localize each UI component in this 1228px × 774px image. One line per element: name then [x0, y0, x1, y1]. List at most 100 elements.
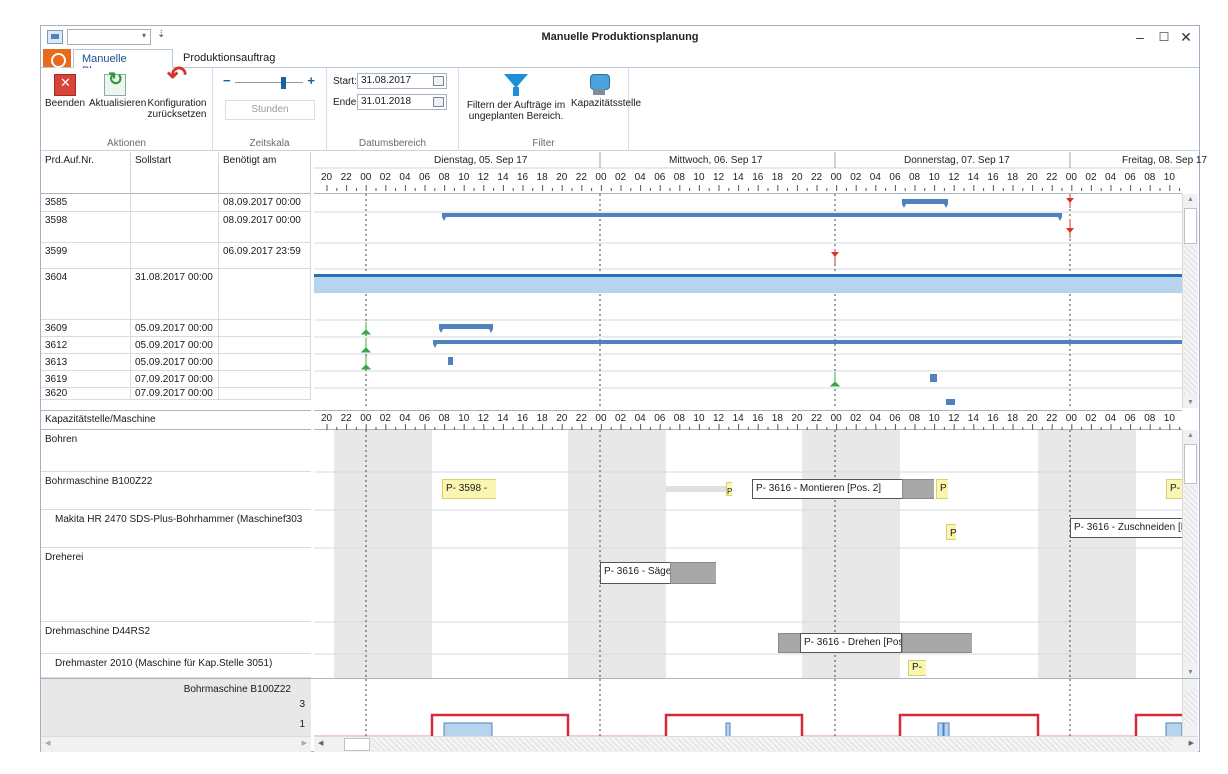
load-chart-vscroll[interactable] — [1182, 679, 1198, 737]
capacity-vscroll[interactable]: ▲ ▼ — [1182, 430, 1198, 678]
group-label-filter: Filter — [532, 138, 555, 149]
job-bar[interactable]: P- 3598 - — [442, 479, 496, 499]
gantt-hscroll[interactable]: ◀ ▶ — [314, 736, 1198, 752]
ribbon-group-datumsbereich: Start: 31.08.2017 Ende: 31.01.2018 Datum… — [327, 68, 459, 151]
job-bar[interactable] — [670, 562, 716, 584]
hour-label: 20 — [1026, 172, 1038, 183]
left-hscroll[interactable]: ◀ ▶ — [41, 736, 311, 752]
hour-label: 04 — [1105, 172, 1117, 183]
table-row[interactable]: 3619 07.09.2017 00:00 — [41, 371, 311, 388]
table-row[interactable]: 3609 05.09.2017 00:00 — [41, 320, 311, 337]
y-tick: 1 — [299, 719, 305, 730]
start-date-value: 31.08.2017 — [361, 75, 412, 86]
table-row[interactable]: 3599 06.09.2017 23:59 — [41, 243, 311, 269]
capacity-row[interactable]: Dreherei — [41, 548, 311, 622]
hour-label: 06 — [419, 172, 431, 183]
calendar-icon[interactable] — [433, 76, 444, 86]
group-label-aktionen: Aktionen — [107, 138, 146, 149]
table-row[interactable]: 3620 07.09.2017 00:00 — [41, 388, 311, 400]
order-bar-3609 — [439, 324, 493, 329]
job-label: P- — [727, 487, 732, 496]
capacity-header-label[interactable]: Kapazitätstelle/Maschine — [41, 411, 311, 428]
zoom-in-icon[interactable]: + — [307, 73, 315, 88]
start-marker — [360, 347, 372, 353]
hour-label: 22 — [575, 172, 587, 183]
capacity-timeline-header: 20 22 00 02 04 06 08 10 12 14 16 18 20 22 00 02 04 06 08 10… — [314, 410, 1182, 430]
konfiguration-zuruecksetzen-button[interactable]: Konfiguration zurücksetzen — [145, 70, 209, 120]
cell-benoetigt — [219, 371, 311, 387]
tab-produktionsauftrag[interactable]: Produktionsauftrag — [175, 49, 285, 68]
cell-nr: 3604 — [41, 269, 131, 319]
calendar-icon[interactable] — [433, 97, 444, 107]
end-date-input[interactable]: 31.01.2018 — [357, 94, 447, 110]
file-menu-button[interactable] — [43, 49, 71, 68]
job-bar[interactable]: P — [936, 479, 948, 499]
table-row[interactable]: 3604 31.08.2017 00:00 — [41, 269, 311, 320]
column-header-benoetigt[interactable]: Benötigt am — [219, 152, 311, 194]
maximize-button[interactable]: ☐ — [1153, 27, 1175, 47]
hour-label: 20 — [321, 172, 333, 183]
end-label: Ende: — [333, 97, 360, 108]
table-row[interactable]: 3585 08.09.2017 00:00 — [41, 194, 311, 212]
job-bar[interactable]: P- 3616 - Zuschneiden [Pos — [1070, 518, 1182, 538]
hour-label: 10 — [928, 172, 940, 183]
capacity-row[interactable]: Drehmaster 2010 (Maschine für Kap.Stelle… — [41, 654, 311, 678]
capacity-vscroll-thumb[interactable] — [1184, 444, 1197, 484]
capacity-row[interactable]: Makita HR 2470 SDS-Plus-Bohrhammer (Masc… — [41, 510, 311, 548]
job-bar[interactable]: P- — [908, 660, 926, 676]
group-label-datumsbereich: Datumsbereich — [358, 138, 427, 149]
filter-unplanned-button[interactable]: Filtern der Aufträge im ungeplanten Bere… — [461, 72, 571, 122]
cell-sollstart — [131, 243, 219, 268]
job-bar[interactable] — [902, 633, 972, 653]
beenden-button[interactable]: Beenden — [43, 74, 87, 109]
kapazitaet-label: Kapazitätsstelle — [571, 98, 642, 109]
cell-nr: 3620 — [41, 388, 131, 399]
start-date-input[interactable]: 31.08.2017 — [357, 73, 447, 89]
capacity-row[interactable]: Bohrmaschine B100Z22 — [41, 472, 311, 510]
filter-label-1: Filtern der Aufträge im — [466, 100, 566, 111]
job-bar[interactable]: P- — [1166, 479, 1182, 499]
capacity-row[interactable]: Drehmaschine D44RS2 — [41, 622, 311, 654]
hour-label: 02 — [850, 172, 862, 183]
job-bar[interactable]: P- 3616 - Drehen [Pos. 3] — [800, 633, 902, 653]
gantt-hscroll-thumb[interactable] — [344, 738, 370, 751]
tab-manuelle-planung[interactable]: Manuelle Planung — [73, 49, 173, 77]
minimize-button[interactable]: – — [1129, 27, 1151, 47]
ribbon-tabs: Manuelle Planung Produktionsauftrag — [41, 48, 1199, 77]
job-bar[interactable]: P- — [726, 482, 732, 496]
cell-nr: 3619 — [41, 371, 131, 387]
job-bar[interactable] — [902, 479, 934, 499]
job-bar[interactable]: P- 3616 - Montieren [Pos. 2] — [752, 479, 904, 499]
orders-vscroll[interactable]: ▲ ▼ — [1182, 194, 1198, 408]
zoom-slider[interactable]: − + — [223, 73, 315, 90]
cell-benoetigt: 06.09.2017 23:59 — [219, 243, 311, 268]
column-header-sollstart[interactable]: Sollstart — [131, 152, 219, 194]
close-button[interactable]: ✕ — [1175, 27, 1197, 47]
table-row[interactable]: 3612 05.09.2017 00:00 — [41, 337, 311, 354]
robot-icon — [588, 72, 610, 96]
zoom-out-icon[interactable]: − — [223, 73, 231, 88]
job-bar[interactable]: P — [946, 524, 956, 540]
hour-label: 02 — [1085, 172, 1097, 183]
hour-label: 08 — [909, 172, 921, 183]
window-title: Manuelle Produktionsplanung — [541, 31, 699, 43]
table-row[interactable]: 3613 05.09.2017 00:00 — [41, 354, 311, 371]
hour-label: 00 — [595, 172, 607, 183]
time-unit-field[interactable]: Stunden — [225, 100, 315, 120]
table-row[interactable]: 3598 08.09.2017 00:00 — [41, 212, 311, 243]
capacity-row[interactable]: Bohren — [41, 430, 311, 472]
hour-label: 06 — [889, 172, 901, 183]
job-bar[interactable]: P- 3616 - Sägen [Pos. 1] — [600, 562, 670, 584]
kapazitaetsstelle-button[interactable]: Kapazitätsstelle — [571, 72, 641, 109]
zoom-slider-thumb[interactable] — [281, 77, 286, 89]
orders-vscroll-thumb[interactable] — [1184, 208, 1197, 244]
aktualisieren-button[interactable]: Aktualisieren — [89, 74, 146, 109]
column-header-nr[interactable]: Prd.Auf.Nr. — [41, 152, 131, 194]
job-bar[interactable] — [778, 633, 800, 653]
cell-nr: 3612 — [41, 337, 131, 353]
hour-label: 18 — [771, 172, 783, 183]
title-bar: ▾ ⇣ Manuelle Produktionsplanung – ☐ ✕ — [41, 26, 1199, 48]
day-label: Freitag, 08. Sep 17 — [1122, 155, 1208, 166]
hour-label: 20 — [791, 172, 803, 183]
hour-label: 18 — [1007, 172, 1019, 183]
